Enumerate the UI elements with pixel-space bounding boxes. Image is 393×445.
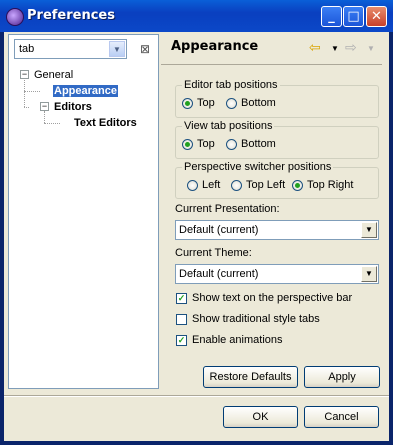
theme-combo[interactable]: Default (current) ▼ <box>175 264 379 284</box>
radio-indicator <box>182 97 193 109</box>
chevron-down-icon[interactable]: ▼ <box>361 266 377 282</box>
checkbox-label: Show text on the perspective bar <box>192 292 353 304</box>
preferences-window: Preferences _ □ ✕ tab ▼ ⊠ − General Appe… <box>0 0 393 445</box>
window-title: Preferences <box>27 8 115 23</box>
apply-button[interactable]: Apply <box>304 366 380 388</box>
tree-connector <box>24 107 29 108</box>
ok-button[interactable]: OK <box>223 406 298 428</box>
radio-indicator <box>226 138 237 150</box>
filter-combo[interactable]: tab ▼ <box>14 39 127 59</box>
clear-filter-icon[interactable]: ⊠ <box>137 41 153 57</box>
view-tab-top-radio[interactable]: Top <box>182 138 215 150</box>
view-tab-group: View tab positions Top Bottom <box>175 120 379 159</box>
radio-label: Bottom <box>241 97 276 109</box>
minimize-button[interactable]: _ <box>321 6 342 27</box>
theme-value: Default (current) <box>179 268 259 280</box>
radio-label: Bottom <box>241 138 276 150</box>
checkbox-unchecked-icon <box>176 313 187 325</box>
radio-label: Top Right <box>307 179 354 191</box>
show-text-perspective-checkbox[interactable]: ✓ Show text on the perspective bar <box>176 292 352 304</box>
chevron-down-icon[interactable]: ▼ <box>109 41 125 57</box>
radio-indicator <box>182 138 193 150</box>
enable-animations-checkbox[interactable]: ✓ Enable animations <box>176 334 283 346</box>
radio-indicator <box>226 97 237 109</box>
chevron-down-icon[interactable]: ▼ <box>361 222 377 238</box>
tree-item-editors[interactable]: Editors <box>54 100 92 115</box>
header-separator <box>161 64 382 65</box>
footer-separator <box>4 395 389 397</box>
radio-label: Top <box>197 138 215 150</box>
close-button[interactable]: ✕ <box>366 6 387 27</box>
filter-text[interactable]: tab <box>19 43 34 55</box>
tree-item-appearance[interactable]: Appearance <box>52 84 119 99</box>
perspective-switcher-legend: Perspective switcher positions <box>182 161 334 173</box>
editor-tab-top-radio[interactable]: Top <box>182 97 215 109</box>
tree-connector <box>24 91 40 92</box>
tree-connector <box>44 123 60 124</box>
switcher-top-right-radio[interactable]: Top Right <box>292 179 353 191</box>
forward-arrow-icon: ⇨ <box>345 39 357 55</box>
radio-indicator <box>187 179 198 191</box>
cancel-button[interactable]: Cancel <box>304 406 379 428</box>
page-title: Appearance <box>171 39 259 54</box>
radio-indicator <box>231 179 242 191</box>
forward-dropdown-icon: ▼ <box>367 44 375 53</box>
tree-item-label: Appearance <box>52 84 119 98</box>
switcher-left-radio[interactable]: Left <box>187 179 220 191</box>
checkbox-label: Enable animations <box>192 334 283 346</box>
view-tab-legend: View tab positions <box>182 120 275 132</box>
traditional-tabs-checkbox[interactable]: Show traditional style tabs <box>176 313 320 325</box>
presentation-label: Current Presentation: <box>175 203 280 215</box>
radio-indicator <box>292 179 303 191</box>
theme-label: Current Theme: <box>175 247 252 259</box>
collapse-icon[interactable]: − <box>40 102 49 111</box>
page-header: Appearance ⇦ ▼ ⇨ ▼ <box>161 34 382 62</box>
dialog-client-area: tab ▼ ⊠ − General Appearance − Editors T… <box>4 32 389 441</box>
checkbox-checked-icon: ✓ <box>176 334 187 346</box>
collapse-icon[interactable]: − <box>20 70 29 79</box>
checkbox-checked-icon: ✓ <box>176 292 187 304</box>
tree-connector <box>44 111 45 123</box>
editor-tab-group: Editor tab positions Top Bottom <box>175 79 379 118</box>
preference-page: Appearance ⇦ ▼ ⇨ ▼ Editor tab positions … <box>161 34 382 389</box>
presentation-value: Default (current) <box>179 224 259 236</box>
editor-tab-legend: Editor tab positions <box>182 79 280 91</box>
presentation-combo[interactable]: Default (current) ▼ <box>175 220 379 240</box>
back-dropdown-icon[interactable]: ▼ <box>331 44 339 53</box>
title-bar[interactable]: Preferences _ □ ✕ <box>0 0 393 32</box>
editor-tab-bottom-radio[interactable]: Bottom <box>226 97 276 109</box>
restore-defaults-button[interactable]: Restore Defaults <box>203 366 298 388</box>
radio-label: Top Left <box>246 179 286 191</box>
eclipse-icon <box>6 8 24 26</box>
view-tab-bottom-radio[interactable]: Bottom <box>226 138 276 150</box>
maximize-button[interactable]: □ <box>343 6 364 27</box>
switcher-top-left-radio[interactable]: Top Left <box>231 179 285 191</box>
perspective-switcher-group: Perspective switcher positions Left Top … <box>175 161 379 199</box>
checkbox-label: Show traditional style tabs <box>192 313 320 325</box>
tree-item-general[interactable]: General <box>34 68 73 83</box>
radio-label: Left <box>202 179 221 191</box>
back-arrow-icon[interactable]: ⇦ <box>309 39 321 56</box>
radio-label: Top <box>197 97 215 109</box>
tree-item-text-editors[interactable]: Text Editors <box>74 116 137 131</box>
preference-tree-pane: tab ▼ ⊠ − General Appearance − Editors T… <box>8 34 159 389</box>
